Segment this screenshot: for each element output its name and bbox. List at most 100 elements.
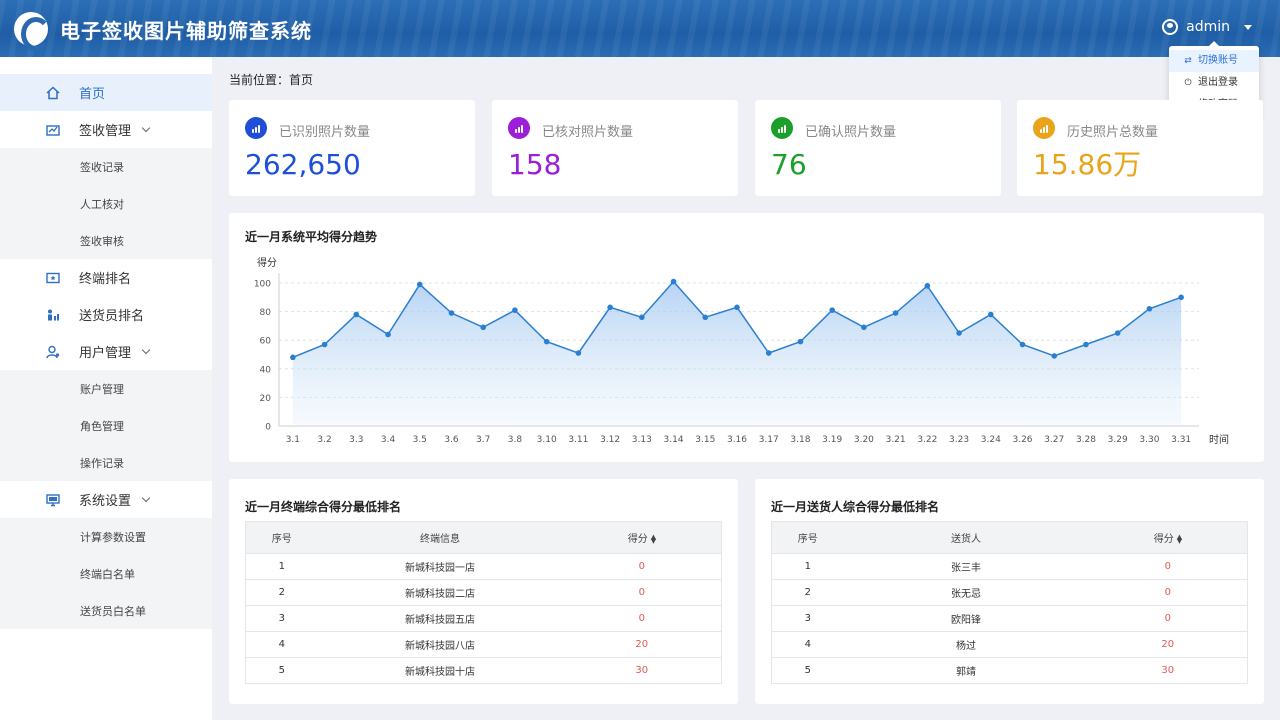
table-row: 5 郭靖 30: [771, 657, 1248, 684]
sidebar: 首页 签收管理 签收记录 人工核对 签收审核 终端排名 送货员排名 用户管理 账…: [0, 57, 212, 720]
x-tick-label: 3.30: [1139, 435, 1159, 445]
sidebar-subitem-sign-records[interactable]: 签收记录: [0, 148, 212, 185]
table-row: 2 张无忌 0: [771, 579, 1248, 606]
stat-value: 76: [771, 148, 807, 181]
data-point: [543, 338, 550, 345]
x-tick-label: 3.16: [727, 435, 747, 445]
data-point: [829, 307, 835, 313]
x-tick-label: 3.2: [317, 435, 331, 445]
data-point: [385, 331, 391, 338]
y-tick-label: 60: [260, 337, 272, 347]
data-point: [416, 281, 423, 288]
stat-card-confirmed: 已确认照片数量 76: [755, 100, 1001, 196]
sidebar-subitem-operation-log[interactable]: 操作记录: [0, 444, 212, 481]
stat-card-recognized: 已识别照片数量 262,650: [229, 100, 475, 196]
table-row: 3 新城科技园五店 0: [245, 605, 722, 632]
stat-value: 15.86万: [1033, 148, 1142, 181]
monitor-icon: [46, 493, 60, 507]
y-tick-label: 0: [265, 423, 271, 433]
data-point: [1083, 341, 1089, 348]
sidebar-item-user-manage[interactable]: 用户管理: [0, 333, 212, 370]
y-tick-label: 80: [260, 308, 272, 318]
data-point: [1114, 330, 1121, 336]
column-header-score[interactable]: 得分 ▲ ▼: [562, 521, 722, 554]
x-tick-label: 3.23: [949, 435, 969, 445]
bar-chart-icon: [1033, 117, 1055, 139]
data-point: [734, 304, 740, 311]
x-tick-label: 3.29: [1108, 435, 1128, 445]
sidebar-subitem-terminal-whitelist[interactable]: 终端白名单: [0, 555, 212, 592]
x-tick-label: 3.1: [286, 435, 300, 445]
table-row: 4 杨过 20: [771, 631, 1248, 658]
app-logo: [14, 12, 51, 51]
app-title: 电子签收图片辅助筛查系统: [60, 19, 312, 43]
sidebar-item-system-settings[interactable]: 系统设置: [0, 481, 212, 518]
x-tick-label: 3.18: [790, 435, 810, 445]
data-point: [448, 310, 455, 316]
x-axis-label: 时间: [1209, 433, 1229, 446]
sidebar-item-terminal-rank[interactable]: 终端排名: [0, 259, 212, 296]
data-point: [892, 310, 899, 316]
courier-rank-icon: [46, 308, 60, 322]
x-tick-label: 3.22: [917, 435, 937, 445]
user-manage-icon: [46, 345, 60, 359]
column-header-terminal: 终端信息: [317, 521, 563, 554]
sidebar-item-home[interactable]: 首页: [0, 74, 212, 111]
x-tick-label: 3.4: [381, 435, 396, 445]
stat-card-checked: 已核对照片数量 158: [492, 100, 738, 196]
sort-icon[interactable]: ▲ ▼: [651, 534, 656, 545]
x-tick-label: 3.26: [1012, 435, 1032, 445]
sidebar-item-sign-manage[interactable]: 签收管理: [0, 111, 212, 148]
trend-chart: 得分 0 20 40 60 80 100 3.1 3.2 3.3 3.4 3.5 3.6 3.7 3.8 3.…: [254, 257, 1229, 446]
column-header-score[interactable]: 得分 ▲ ▼: [1088, 521, 1248, 554]
table-row: 1 新城科技园一店 0: [245, 553, 722, 580]
x-tick-label: 3.8: [508, 435, 523, 445]
data-point: [353, 311, 360, 318]
x-tick-label: 3.19: [822, 435, 842, 445]
y-tick-label: 20: [260, 394, 272, 404]
x-tick-label: 3.14: [664, 435, 684, 445]
data-point: [290, 354, 296, 361]
power-icon: ⏻: [1184, 78, 1192, 88]
table-row: 4 新城科技园八店 20: [245, 631, 722, 658]
column-header-index: 序号: [245, 521, 318, 554]
user-menu-trigger[interactable]: admin: [1162, 19, 1252, 35]
sidebar-subitem-role-manage[interactable]: 角色管理: [0, 407, 212, 444]
x-tick-label: 3.5: [413, 435, 427, 445]
y-tick-label: 100: [254, 280, 271, 290]
sidebar-subitem-account-manage[interactable]: 账户管理: [0, 370, 212, 407]
x-tick-label: 3.13: [632, 435, 652, 445]
stat-value: 262,650: [245, 148, 361, 181]
sidebar-subitem-sign-audit[interactable]: 签收审核: [0, 222, 212, 259]
data-point: [321, 341, 328, 348]
data-point: [512, 307, 518, 313]
bar-chart-icon: [245, 117, 267, 139]
menu-switch-account[interactable]: ⇄ 切换账号: [1169, 50, 1259, 72]
user-name: admin: [1186, 19, 1230, 35]
chevron-down-icon: [141, 123, 151, 133]
table-row: 3 欧阳锋 0: [771, 605, 1248, 632]
x-tick-label: 3.17: [759, 435, 779, 445]
table-row: 2 新城科技园二店 0: [245, 579, 722, 606]
data-point: [1178, 294, 1184, 301]
stat-value: 158: [508, 148, 562, 181]
breadcrumb-current: 首页: [289, 73, 314, 87]
y-tick-label: 40: [260, 365, 272, 375]
sidebar-item-courier-rank[interactable]: 送货员排名: [0, 296, 212, 333]
sort-icon[interactable]: ▲ ▼: [1177, 534, 1182, 545]
data-point: [1146, 305, 1153, 312]
x-tick-label: 3.24: [981, 435, 1001, 445]
signature-icon: [46, 123, 60, 137]
swap-icon: ⇄: [1184, 56, 1192, 66]
sidebar-subitem-calc-params[interactable]: 计算参数设置: [0, 518, 212, 555]
column-header-index: 序号: [771, 521, 844, 554]
menu-logout[interactable]: ⏻ 退出登录: [1169, 72, 1259, 94]
data-point: [575, 350, 582, 356]
terminal-rank-card: 近一月终端综合得分最低排名 序号 终端信息 得分 ▲ ▼ 1 新城科技园一店 0 2 新城…: [229, 479, 738, 704]
home-icon: [46, 85, 60, 100]
data-point: [1051, 353, 1058, 359]
sidebar-subitem-courier-whitelist[interactable]: 送货员白名单: [0, 592, 212, 629]
chevron-down-icon: [141, 345, 151, 355]
sidebar-subitem-manual-check[interactable]: 人工核对: [0, 185, 212, 222]
column-header-courier: 送货人: [843, 521, 1089, 554]
